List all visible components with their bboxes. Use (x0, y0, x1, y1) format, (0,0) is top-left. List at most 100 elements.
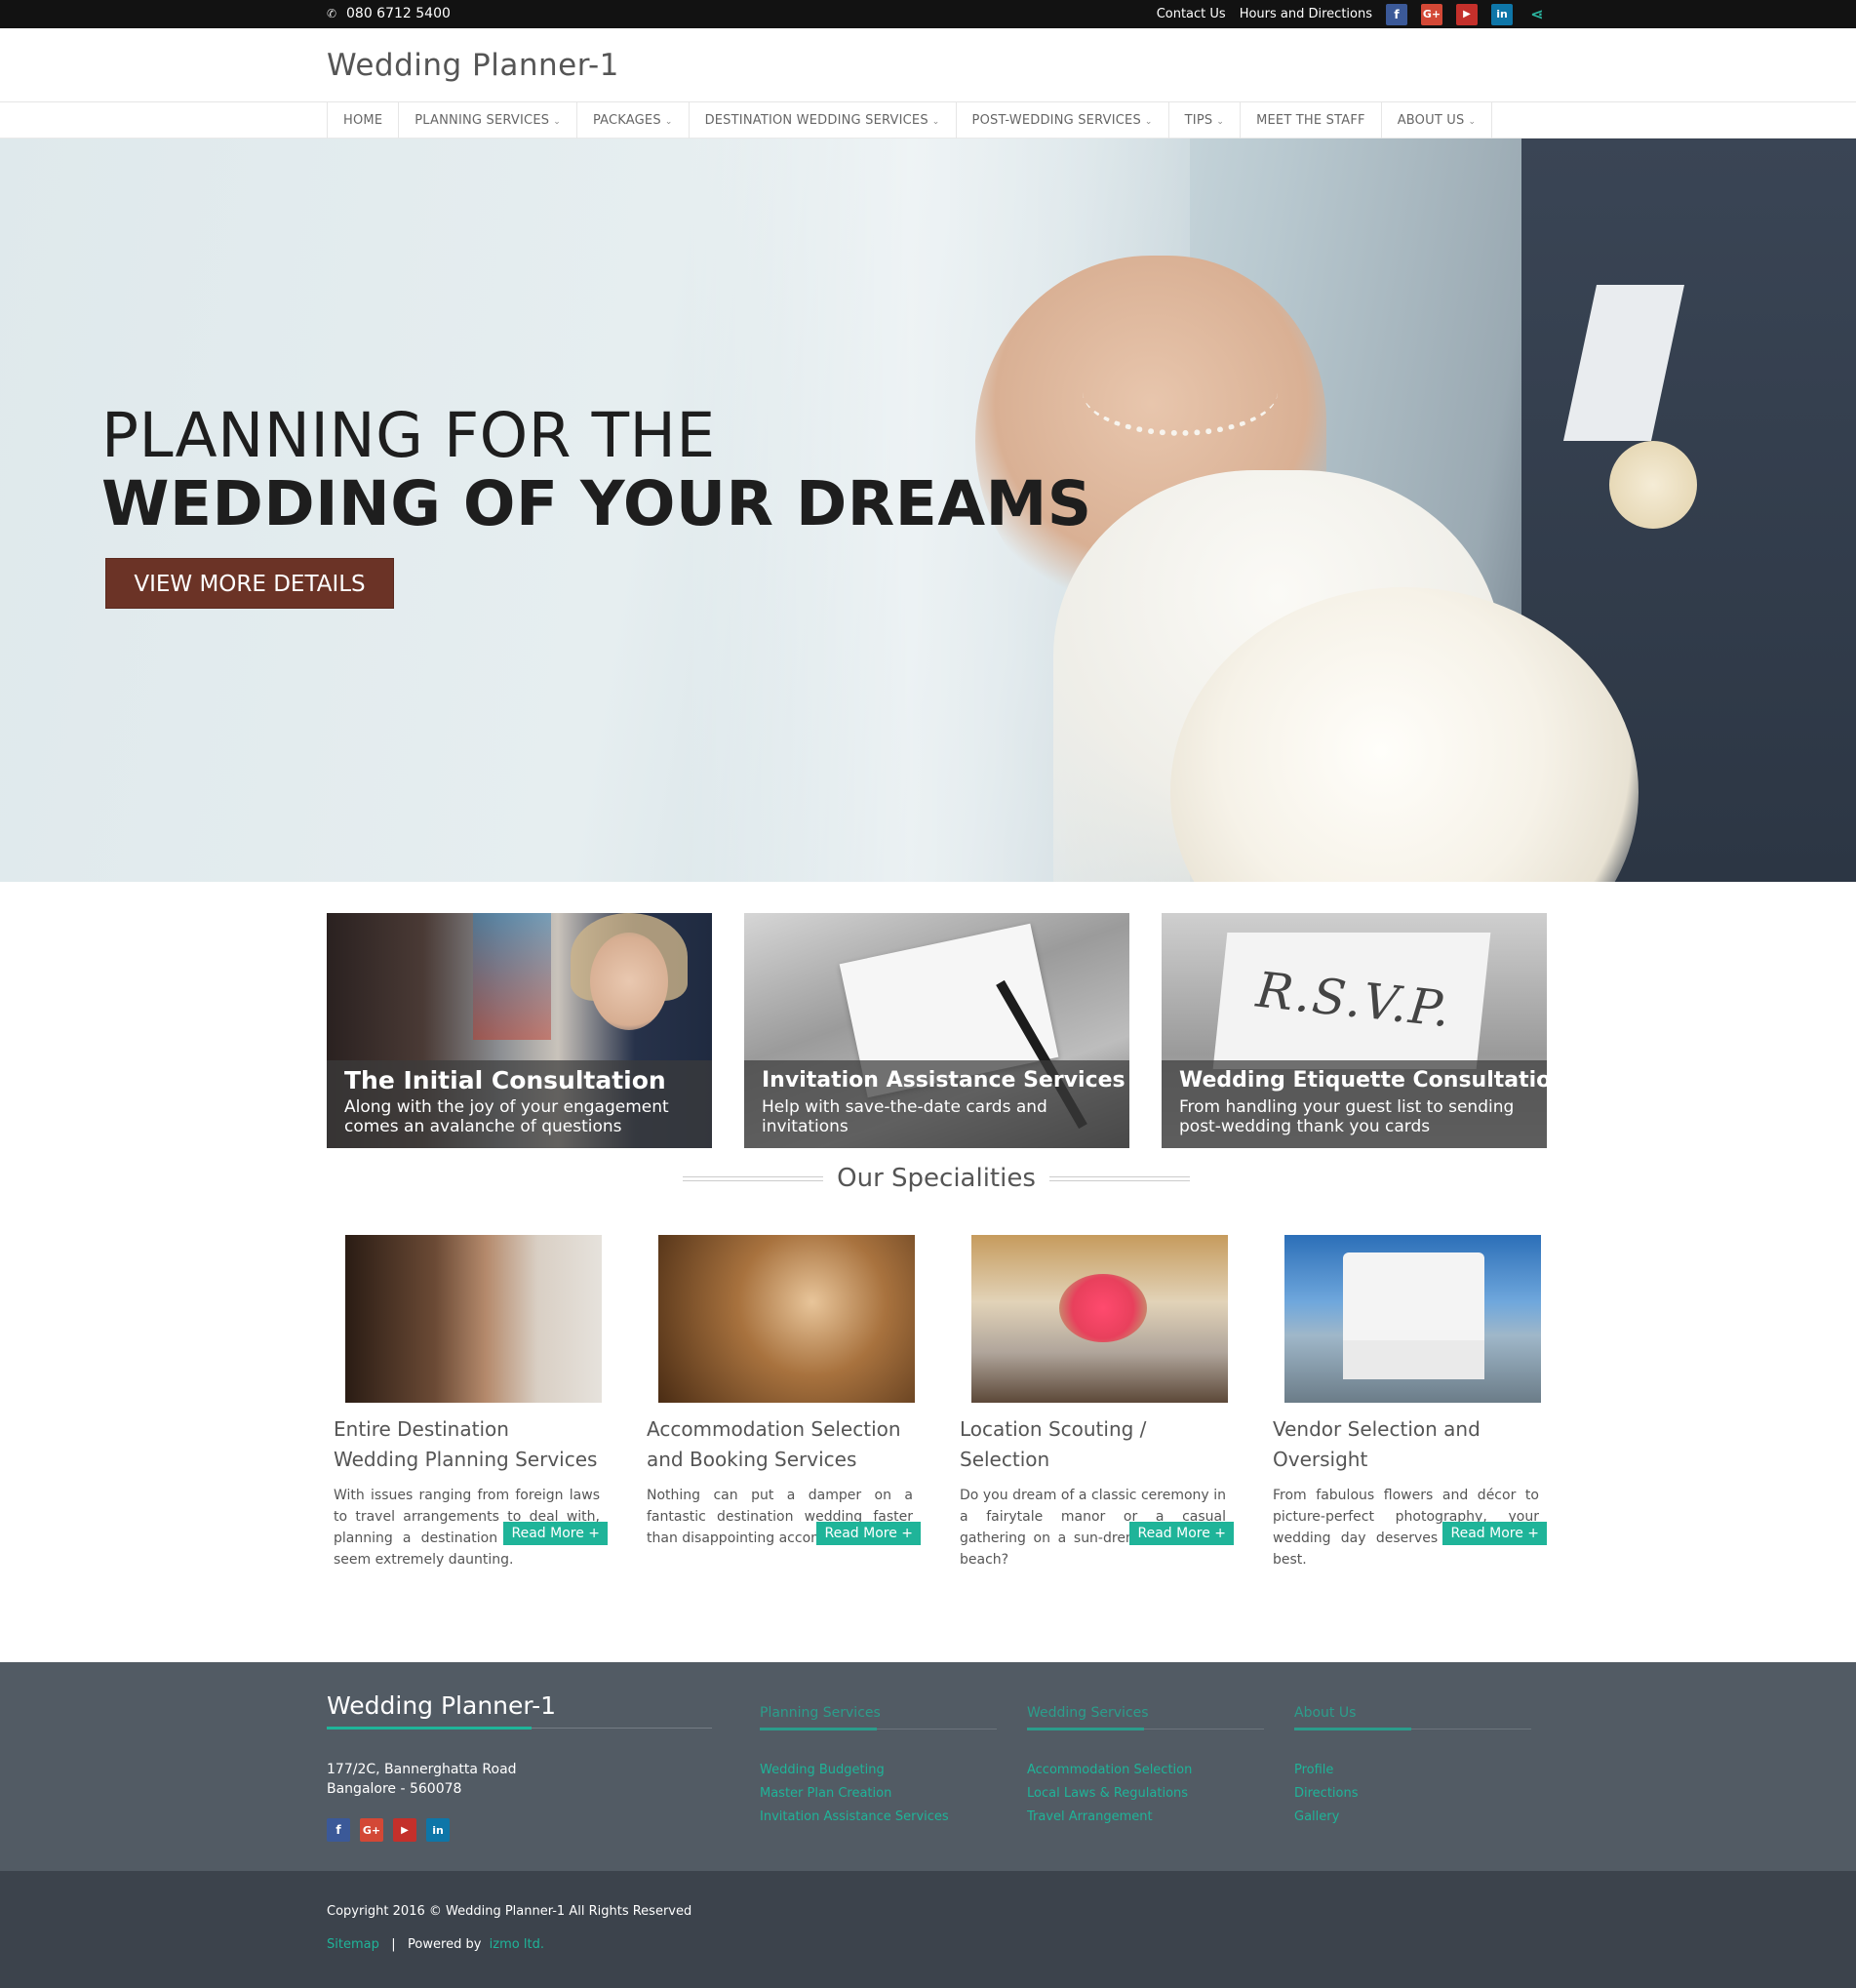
nav-item-post-wedding-services[interactable]: POST-WEDDING SERVICES ⌄ (957, 102, 1169, 139)
copyright-text: Copyright 2016 © Wedding Planner-1 All R… (327, 1904, 692, 1919)
footer-link[interactable]: Wedding Budgeting (760, 1759, 997, 1782)
speciality-image[interactable] (971, 1235, 1228, 1403)
footer-link[interactable]: Accommodation Selection (1027, 1759, 1264, 1782)
card-text: Help with save-the-date cards and invita… (762, 1097, 1047, 1136)
facebook-icon[interactable]: f (1386, 3, 1407, 25)
card-caption: The Initial Consultation Along with the … (327, 1060, 712, 1148)
speciality-title[interactable]: Vendor Selection and Oversight (1273, 1414, 1539, 1475)
hours-directions-link[interactable]: Hours and Directions (1240, 7, 1372, 21)
card-title: The Initial Consultation (344, 1066, 666, 1094)
read-more-button[interactable]: Read More + (1442, 1522, 1547, 1545)
chevron-down-icon: ⌄ (1144, 117, 1153, 127)
card-text: From handling your guest list to sending… (1179, 1097, 1515, 1136)
footer-logo[interactable]: Wedding Planner-1 (327, 1691, 712, 1730)
footer-column-wedding: Wedding Services Accommodation Selection… (1027, 1705, 1264, 1829)
sitemap-link[interactable]: Sitemap (327, 1937, 379, 1952)
chevron-down-icon: ⌄ (1468, 117, 1477, 127)
site-logo[interactable]: Wedding Planner-1 (327, 48, 619, 83)
footer-link[interactable]: Local Laws & Regulations (1027, 1782, 1264, 1806)
chevron-down-icon: ⌄ (553, 117, 561, 127)
speciality-image[interactable] (1284, 1235, 1541, 1403)
separator: | (391, 1937, 396, 1952)
hero-heading: PLANNING FOR THE WEDDING OF YOUR DREAMS (101, 402, 1092, 538)
chevron-down-icon: ⌄ (1216, 117, 1225, 127)
nav-item-label: HOME (343, 113, 383, 128)
card-title: Invitation Assistance Services (762, 1068, 1125, 1093)
read-more-button[interactable]: Read More + (816, 1522, 921, 1545)
footer-link[interactable]: Invitation Assistance Services (760, 1806, 997, 1829)
nav-item-planning-services[interactable]: PLANNING SERVICES ⌄ (399, 102, 577, 139)
feature-card-etiquette[interactable]: R.S.V.P. Wedding Etiquette Consultations… (1162, 913, 1547, 1148)
speciality-image-shape (1059, 1274, 1147, 1342)
nav-item-label: ABOUT US (1397, 113, 1465, 128)
nav-item-packages[interactable]: PACKAGES ⌄ (577, 102, 690, 139)
google-plus-icon[interactable]: G+ (1421, 3, 1442, 25)
card-caption: Wedding Etiquette Consultations From han… (1162, 1060, 1547, 1148)
speciality-title[interactable]: Location Scouting / Selection (960, 1414, 1226, 1475)
footer-address: 177/2C, Bannerghatta Road Bangalore - 56… (327, 1760, 712, 1799)
hero-boutonniere-shape (1609, 441, 1697, 529)
nav-item-label: PLANNING SERVICES (415, 113, 550, 128)
footer-column-planning: Planning Services Wedding Budgeting Mast… (760, 1705, 997, 1829)
nav-item-destination-wedding-services[interactable]: DESTINATION WEDDING SERVICES ⌄ (690, 102, 957, 139)
speciality-item: Read More + Entire Destination Wedding P… (334, 1235, 608, 1571)
linkedin-icon[interactable]: in (426, 1818, 450, 1842)
contact-us-link[interactable]: Contact Us (1157, 7, 1226, 21)
nav-item-about-us[interactable]: ABOUT US ⌄ (1382, 102, 1493, 139)
speciality-title[interactable]: Accommodation Selection and Booking Serv… (647, 1414, 913, 1475)
card-image-shape (590, 933, 668, 1030)
footer-link[interactable]: Directions (1294, 1782, 1531, 1806)
nav-item-label: POST-WEDDING SERVICES (971, 113, 1141, 128)
footer-link[interactable]: Profile (1294, 1759, 1531, 1782)
nav-item-label: TIPS (1184, 113, 1213, 128)
speciality-image[interactable] (345, 1235, 602, 1403)
divider (1048, 1175, 1191, 1181)
nav-item-home[interactable]: HOME (328, 102, 400, 139)
powered-by-link[interactable]: izmo ltd. (490, 1937, 544, 1952)
card-text: Along with the joy of your engagement co… (344, 1097, 669, 1136)
chevron-down-icon: ⌄ (931, 117, 940, 127)
top-links: Contact Us Hours and Directions f G+ ▶ i… (1157, 0, 1548, 28)
chevron-down-icon: ⌄ (664, 117, 673, 127)
card-image-shape (473, 913, 551, 1040)
read-more-button[interactable]: Read More + (1129, 1522, 1234, 1545)
specialities-list: Read More + Entire Destination Wedding P… (334, 1235, 1547, 1571)
nav-item-label: PACKAGES (592, 113, 661, 128)
nav-item-meet-the-staff[interactable]: MEET THE STAFF (1241, 102, 1382, 139)
feature-card-invitation[interactable]: Invitation Assistance Services Help with… (744, 913, 1129, 1148)
main-nav: HOME PLANNING SERVICES ⌄ PACKAGES ⌄ DESTIN… (0, 102, 1856, 139)
read-more-button[interactable]: Read More + (503, 1522, 608, 1545)
youtube-icon[interactable]: ▶ (1456, 3, 1478, 25)
footer-column-about: About Us Profile Directions Gallery (1294, 1705, 1531, 1829)
speciality-image[interactable] (658, 1235, 915, 1403)
facebook-icon[interactable]: f (327, 1818, 350, 1842)
youtube-icon[interactable]: ▶ (393, 1818, 416, 1842)
address-line: 177/2C, Bannerghatta Road (327, 1762, 517, 1777)
footer-link[interactable]: Travel Arrangement (1027, 1806, 1264, 1829)
hero-pearl-necklace-shape (1083, 348, 1278, 436)
view-more-details-button[interactable]: VIEW MORE DETAILS (105, 558, 394, 609)
powered-by-label: Powered by (408, 1937, 482, 1952)
footer-column-heading: Planning Services (760, 1705, 997, 1730)
footer-link[interactable]: Gallery (1294, 1806, 1531, 1829)
linkedin-icon[interactable]: in (1491, 3, 1513, 25)
feature-cards: The Initial Consultation Along with the … (327, 913, 1548, 1148)
speciality-item: Read More + Location Scouting / Selectio… (960, 1235, 1234, 1571)
nav-item-tips[interactable]: TIPS ⌄ (1169, 102, 1242, 139)
footer-link[interactable]: Master Plan Creation (760, 1782, 997, 1806)
speciality-title[interactable]: Entire Destination Wedding Planning Serv… (334, 1414, 600, 1475)
site-header: Wedding Planner-1 (0, 28, 1856, 102)
card-caption: Invitation Assistance Services Help with… (744, 1060, 1129, 1148)
share-icon[interactable]: ⋖ (1526, 4, 1548, 25)
feature-card-consultation[interactable]: The Initial Consultation Along with the … (327, 913, 712, 1148)
phone-text: 080 6712 5400 (346, 6, 451, 21)
speciality-item: Read More + Vendor Selection and Oversig… (1273, 1235, 1547, 1571)
footer-brand: Wedding Planner-1 177/2C, Bannerghatta R… (327, 1691, 712, 1842)
phone-number[interactable]: ✆ 080 6712 5400 (327, 0, 451, 28)
site-footer: Wedding Planner-1 177/2C, Bannerghatta R… (0, 1662, 1856, 1871)
google-plus-icon[interactable]: G+ (360, 1818, 383, 1842)
copyright-bar: Copyright 2016 © Wedding Planner-1 All R… (0, 1871, 1856, 1988)
nav-item-label: MEET THE STAFF (1256, 113, 1365, 128)
nav-item-label: DESTINATION WEDDING SERVICES (704, 113, 928, 128)
hero-banner: PLANNING FOR THE WEDDING OF YOUR DREAMS … (0, 139, 1856, 882)
